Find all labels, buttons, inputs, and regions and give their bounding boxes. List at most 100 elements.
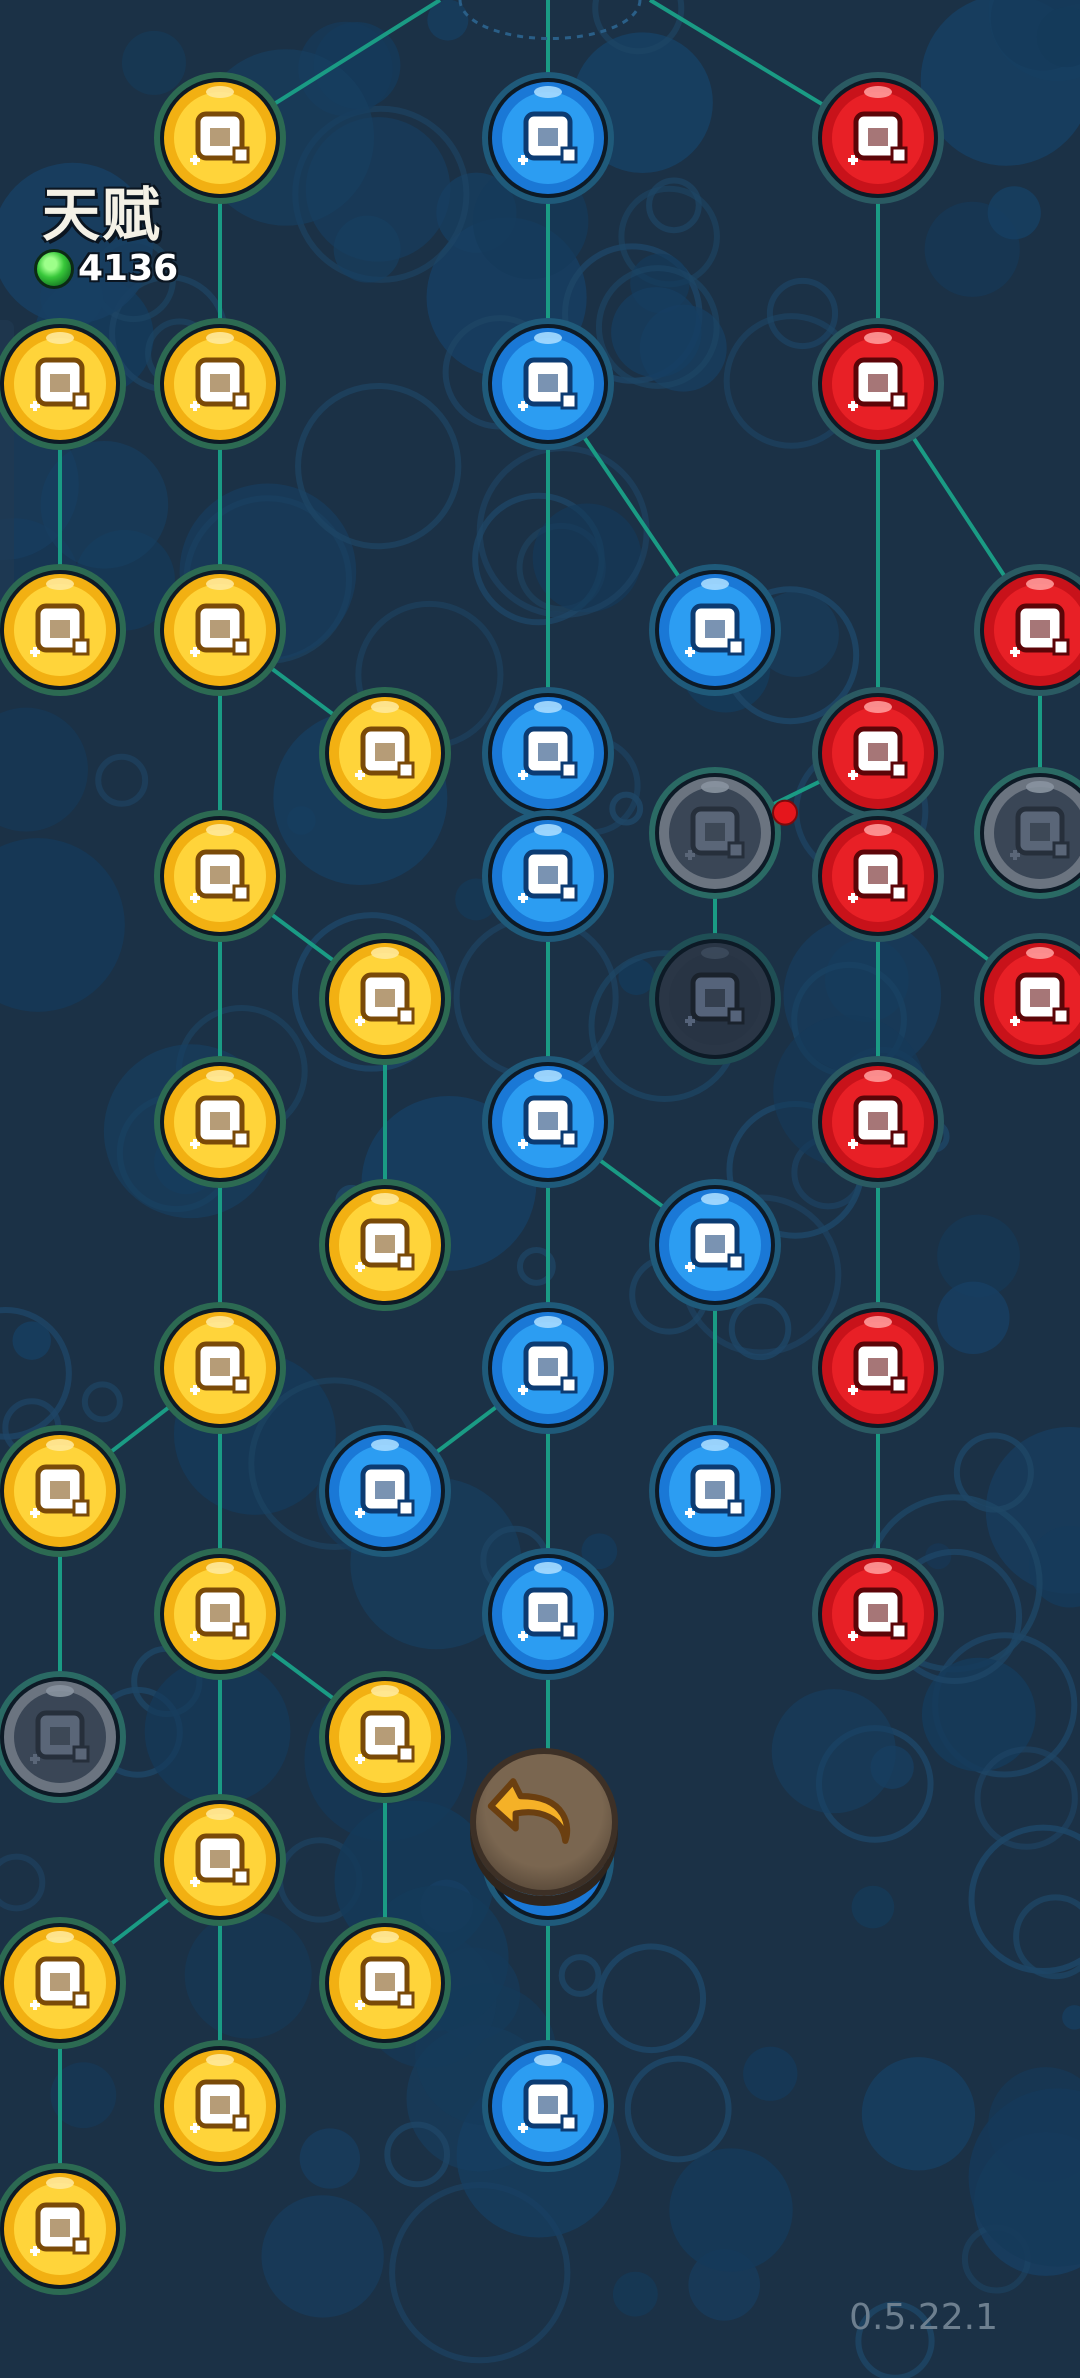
- talent-node[interactable]: [482, 1302, 614, 1434]
- talent-node[interactable]: [319, 1671, 451, 1803]
- tower-icon: [190, 849, 250, 903]
- node-highlight: [206, 2054, 234, 2066]
- pickaxe-icon: [685, 1218, 745, 1272]
- talent-node[interactable]: [812, 687, 944, 819]
- node-highlight: [864, 824, 892, 836]
- back-button[interactable]: [470, 1748, 618, 1896]
- node-highlight: [701, 1439, 729, 1451]
- node-highlight: [534, 824, 562, 836]
- crystal-icon: [190, 111, 250, 165]
- blood-drop-icon: [1010, 972, 1070, 1026]
- skull-e-icon: [848, 111, 908, 165]
- armor-upgrade-icon: [190, 357, 250, 411]
- talent-node[interactable]: [154, 2040, 286, 2172]
- talent-node[interactable]: [0, 1671, 126, 1803]
- talent-node[interactable]: [154, 318, 286, 450]
- node-highlight: [206, 1808, 234, 1820]
- node-highlight: [206, 1316, 234, 1328]
- node-highlight: [206, 332, 234, 344]
- talent-node[interactable]: [482, 72, 614, 204]
- boots-icon: [190, 603, 250, 657]
- talent-node[interactable]: [0, 1425, 126, 1557]
- node-highlight: [46, 1439, 74, 1451]
- node-highlight: [1026, 578, 1054, 590]
- talent-nodes: [0, 72, 1080, 2295]
- talent-header: 天赋 4136: [34, 168, 178, 289]
- talent-node[interactable]: [319, 687, 451, 819]
- tower-icon: [355, 1218, 415, 1272]
- talent-node[interactable]: [319, 1917, 451, 2049]
- talent-node[interactable]: [154, 1794, 286, 1926]
- talent-node[interactable]: [649, 766, 781, 899]
- talent-node[interactable]: [482, 1548, 614, 1680]
- talent-node[interactable]: [154, 810, 286, 942]
- skull-icon: [1010, 806, 1070, 860]
- talent-node[interactable]: [482, 810, 614, 942]
- node-highlight: [534, 1316, 562, 1328]
- node-highlight: [701, 947, 729, 959]
- talent-node[interactable]: [154, 564, 286, 696]
- node-highlight: [206, 824, 234, 836]
- node-highlight: [206, 86, 234, 98]
- green-gem-icon: [34, 248, 74, 289]
- talent-node[interactable]: [482, 2040, 614, 2172]
- node-highlight: [864, 86, 892, 98]
- node-highlight: [864, 1316, 892, 1328]
- version-label: 0.5.22.1: [849, 2297, 998, 2338]
- talent-node[interactable]: [482, 318, 614, 450]
- node-highlight: [46, 578, 74, 590]
- talent-node[interactable]: [812, 810, 944, 942]
- talent-node[interactable]: [0, 318, 126, 450]
- talent-node[interactable]: [0, 2163, 126, 2295]
- ore-icon: [355, 1464, 415, 1518]
- talent-node[interactable]: [649, 564, 781, 696]
- lab-icon: [190, 1833, 250, 1887]
- node-highlight: [46, 1685, 74, 1697]
- talent-node[interactable]: [154, 1056, 286, 1188]
- talent-node[interactable]: [319, 1425, 451, 1557]
- talent-node[interactable]: [974, 933, 1080, 1065]
- pickaxe-icon: [685, 1464, 745, 1518]
- skull-drop-icon: [848, 357, 908, 411]
- talent-node[interactable]: [482, 1056, 614, 1188]
- page-title: 天赋: [42, 181, 163, 249]
- talent-node[interactable]: [812, 318, 944, 450]
- node-highlight: [701, 1193, 729, 1205]
- talent-node[interactable]: [649, 1425, 781, 1557]
- no-drop-icon: [848, 1587, 908, 1641]
- node-highlight: [701, 780, 729, 793]
- node-highlight: [864, 701, 892, 713]
- node-highlight: [371, 1685, 399, 1697]
- talent-node[interactable]: [154, 72, 286, 204]
- talent-node[interactable]: [649, 933, 781, 1065]
- node-highlight: [1026, 947, 1054, 959]
- ore-icon: [518, 1341, 578, 1395]
- node-highlight: [46, 2177, 74, 2189]
- talent-node[interactable]: [319, 933, 451, 1065]
- talent-node[interactable]: [154, 1302, 286, 1434]
- talent-node[interactable]: [974, 766, 1080, 899]
- skull-banner-icon: [848, 1095, 908, 1149]
- talent-node[interactable]: [812, 72, 944, 204]
- talent-node[interactable]: [482, 687, 614, 819]
- talent-node[interactable]: [974, 564, 1080, 696]
- pickaxe-icon: [518, 1095, 578, 1149]
- talent-node[interactable]: [154, 1548, 286, 1680]
- talent-node[interactable]: [649, 1179, 781, 1311]
- talent-node[interactable]: [812, 1302, 944, 1434]
- skull-drop-icon: [1010, 603, 1070, 657]
- chest-icon: [518, 726, 578, 780]
- talent-node[interactable]: [0, 564, 126, 696]
- node-highlight: [701, 578, 729, 590]
- node-highlight: [864, 1562, 892, 1574]
- node-highlight: [206, 1562, 234, 1574]
- talent-node[interactable]: [0, 1917, 126, 2049]
- lab-icon: [30, 2202, 90, 2256]
- talent-node[interactable]: [319, 1179, 451, 1311]
- pickaxe-e-icon: [518, 357, 578, 411]
- lab-icon: [30, 1956, 90, 2010]
- talent-node[interactable]: [812, 1548, 944, 1680]
- node-highlight: [371, 1439, 399, 1451]
- node-highlight: [371, 701, 399, 713]
- talent-node[interactable]: [812, 1056, 944, 1188]
